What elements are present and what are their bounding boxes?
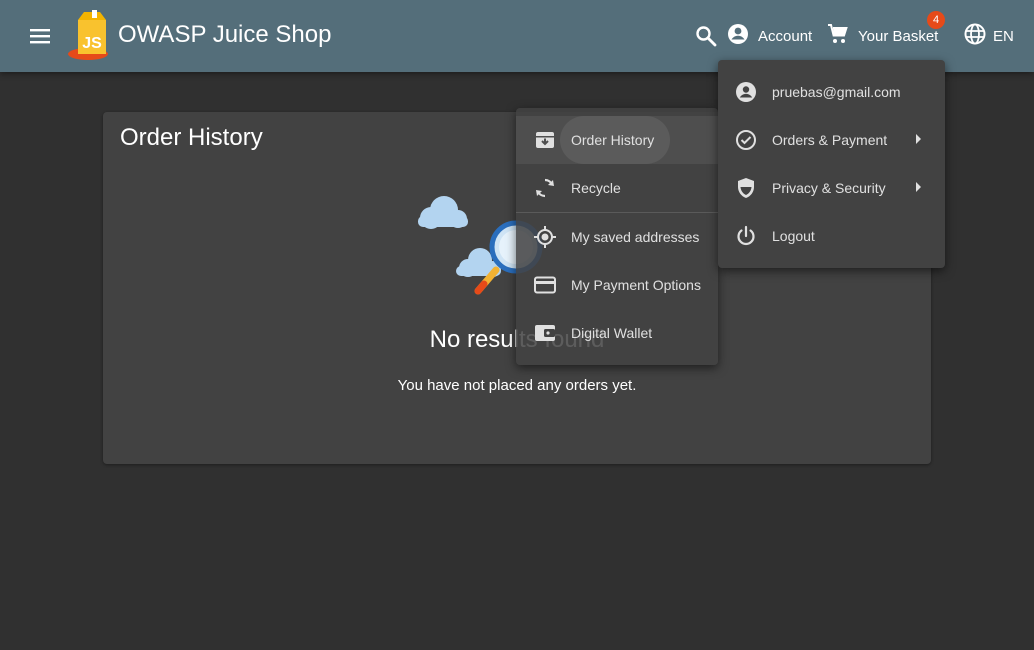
menu-item-order-history[interactable]: Order History — [516, 116, 718, 164]
account-button[interactable]: Account — [726, 22, 812, 50]
chevron-right-icon — [916, 134, 921, 144]
menu-item-orders-payment[interactable]: Orders & Payment — [718, 116, 945, 164]
archive-icon — [533, 128, 557, 152]
language-label: EN — [993, 27, 1014, 45]
menu-item-user-email[interactable]: pruebas@gmail.com — [718, 68, 945, 116]
search-icon[interactable] — [694, 24, 718, 48]
chevron-right-icon — [916, 182, 921, 192]
basket-button[interactable]: Your Basket — [826, 22, 938, 50]
menu-item-digital-wallet[interactable]: Digital Wallet — [516, 309, 718, 357]
wallet-icon — [533, 321, 557, 345]
app-title[interactable]: OWASP Juice Shop — [118, 21, 331, 49]
menu-item-label: Orders & Payment — [772, 132, 888, 148]
menu-item-recycle[interactable]: Recycle — [516, 164, 718, 212]
language-button[interactable]: EN — [963, 22, 1014, 50]
page-title: Order History — [120, 124, 263, 151]
check-circle-icon — [734, 128, 758, 152]
menu-item-logout[interactable]: Logout — [718, 212, 945, 260]
shield-icon — [734, 176, 758, 200]
account-circle-icon — [726, 22, 750, 50]
juice-shop-logo[interactable]: JS — [68, 8, 118, 64]
logo-text: JS — [82, 35, 102, 52]
menu-item-label: My saved addresses — [571, 229, 700, 245]
account-label: Account — [758, 27, 813, 45]
account-menu: pruebas@gmail.com Orders & Payment Priva… — [718, 60, 945, 268]
cart-icon — [826, 22, 850, 50]
recycle-icon — [533, 176, 557, 200]
menu-item-privacy-security[interactable]: Privacy & Security — [718, 164, 945, 212]
menu-item-label: Logout — [772, 228, 815, 244]
menu-item-label: Order History — [571, 132, 655, 148]
menu-item-payment-options[interactable]: My Payment Options — [516, 261, 718, 309]
empty-state-subtitle: You have not placed any orders yet. — [397, 377, 637, 394]
basket-count-badge: 4 — [927, 11, 945, 29]
menu-item-label: pruebas@gmail.com — [772, 84, 901, 100]
globe-icon — [963, 22, 987, 50]
menu-item-label: Digital Wallet — [571, 325, 653, 341]
menu-item-label: Recycle — [571, 180, 621, 196]
menu-item-saved-addresses[interactable]: My saved addresses — [516, 213, 718, 261]
account-circle-icon — [734, 80, 758, 104]
location-icon — [533, 225, 557, 249]
credit-card-icon — [533, 273, 557, 297]
menu-item-label: My Payment Options — [571, 277, 701, 293]
orders-payment-submenu: Order History Recycle My saved addresses… — [516, 108, 718, 365]
cloud-icon — [418, 196, 468, 229]
menu-icon[interactable] — [26, 24, 54, 48]
power-icon — [734, 224, 758, 248]
basket-label: Your Basket — [858, 27, 939, 45]
menu-item-label: Privacy & Security — [772, 180, 886, 196]
